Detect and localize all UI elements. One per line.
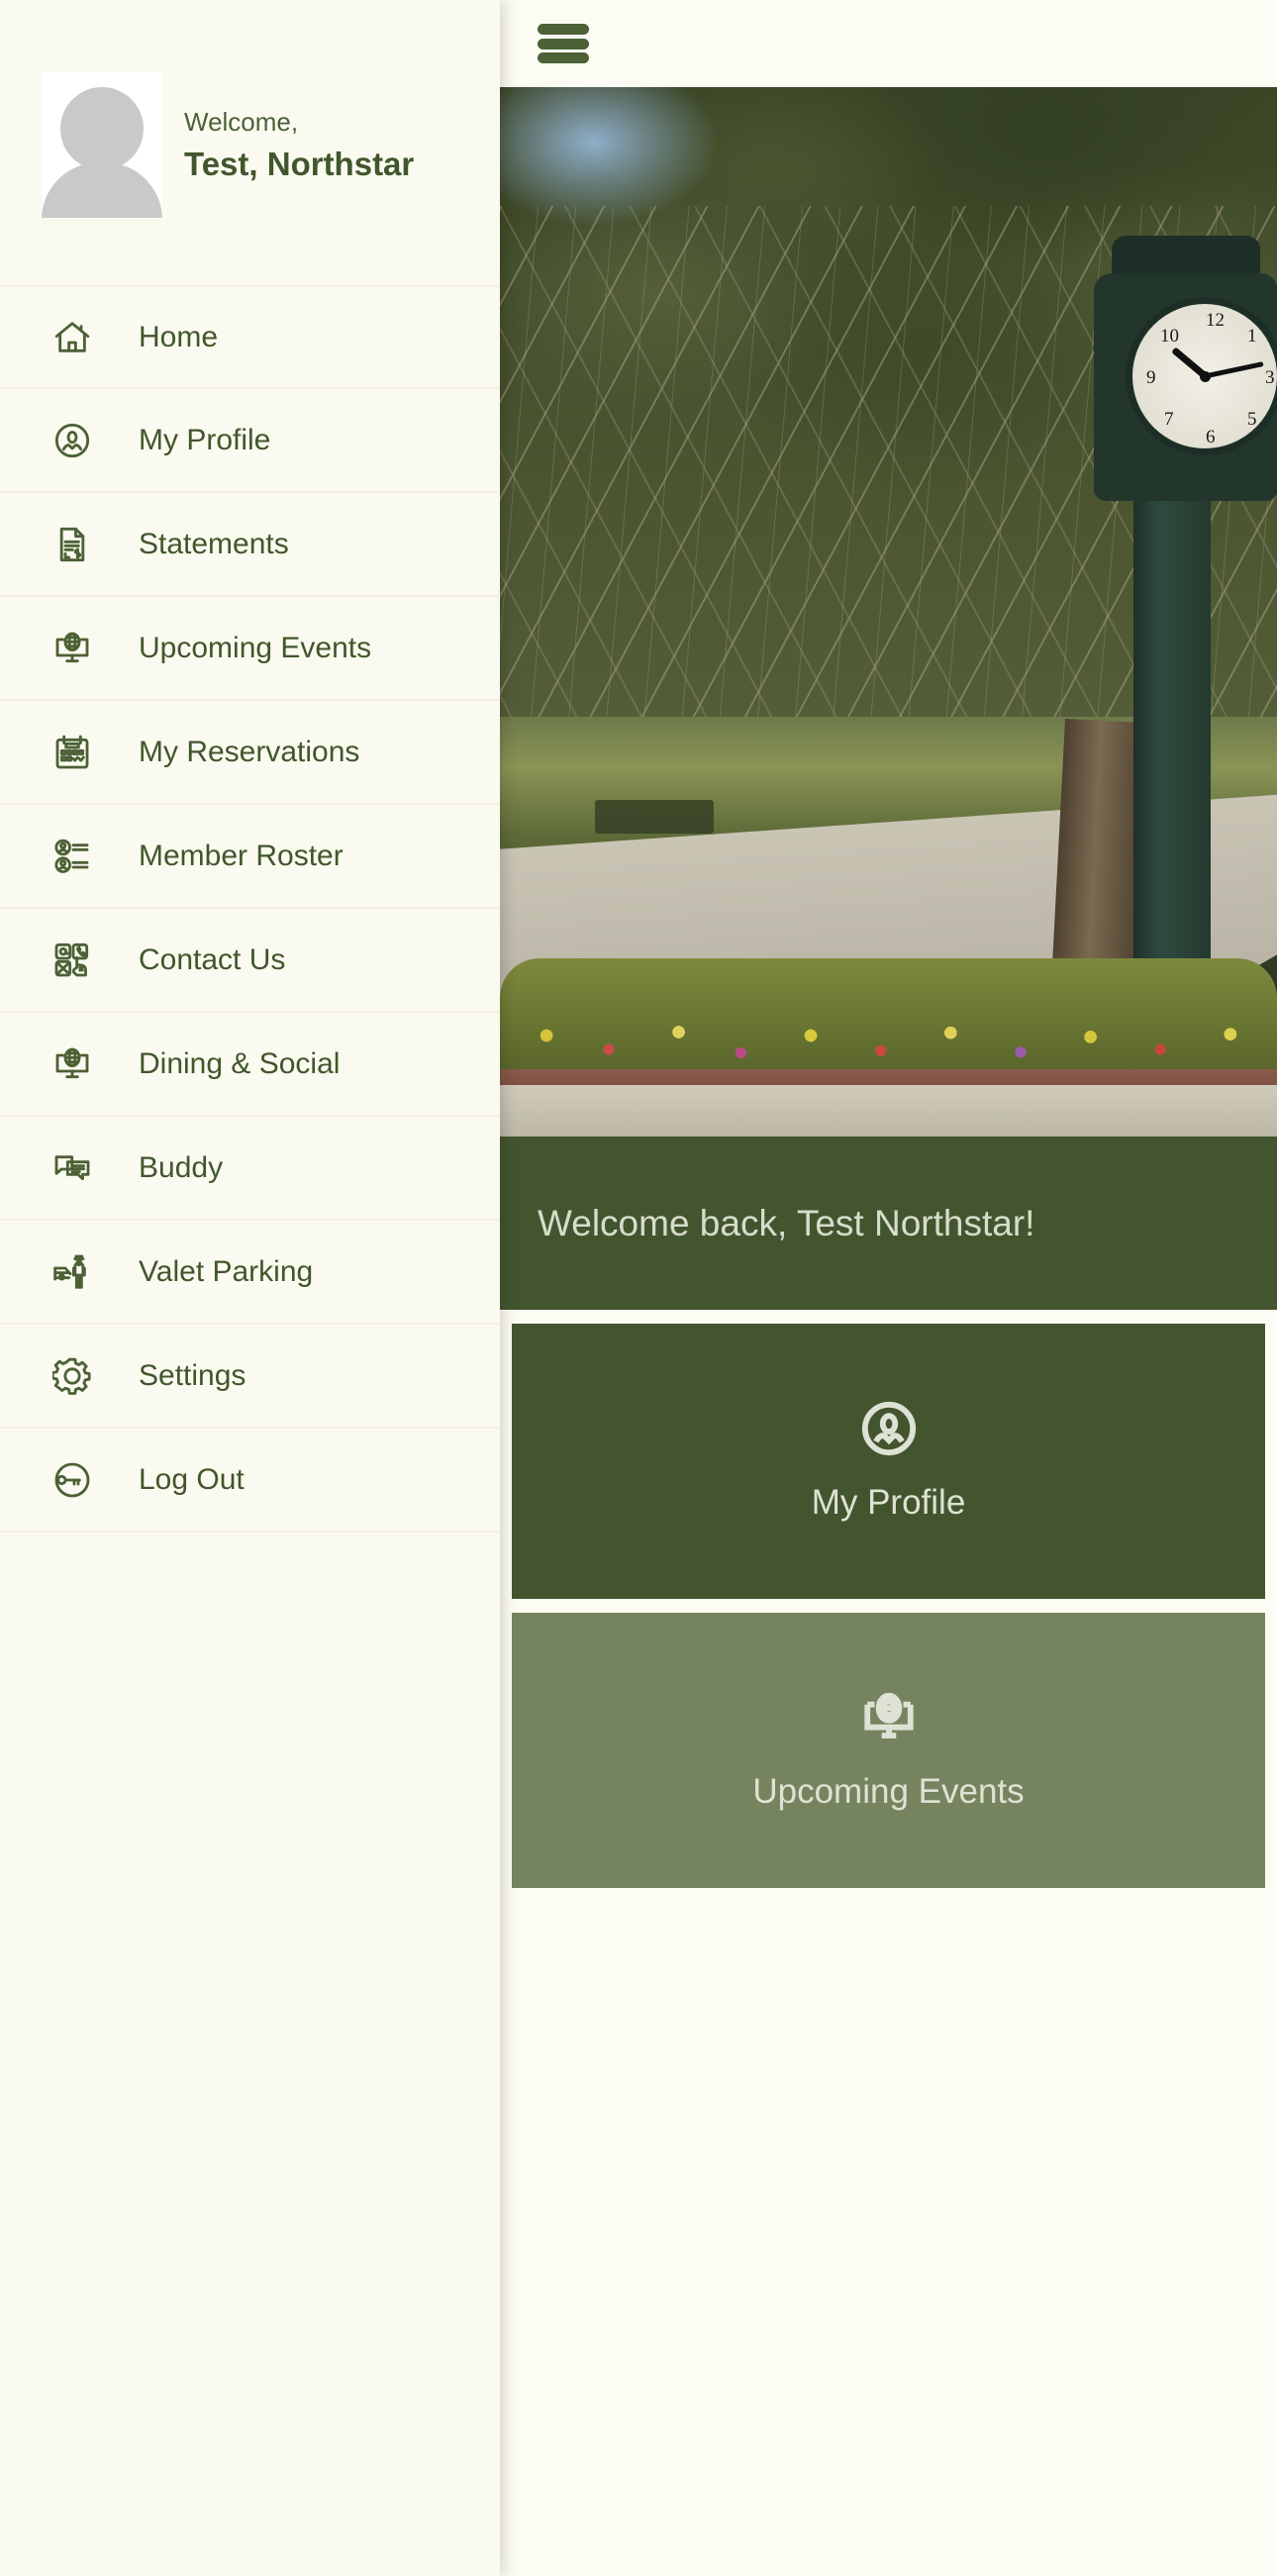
clock-face: 12 1 3 5 6 7 9 10 (1126, 297, 1277, 455)
menu-item-my-reservations[interactable]: My Reservations (0, 701, 500, 805)
menu-item-buddy[interactable]: Buddy (0, 1117, 500, 1221)
gear-icon (42, 1356, 103, 1396)
clock-minute-hand (1204, 361, 1264, 379)
home-icon (42, 318, 103, 357)
monitor-globe-icon (42, 629, 103, 668)
contact-tap-icon (42, 941, 103, 980)
hamburger-bar (538, 38, 589, 50)
monitor-globe-icon (863, 1692, 914, 1739)
avatar-body (42, 162, 162, 218)
avatar (42, 71, 162, 218)
menu-item-statements[interactable]: Statements (0, 493, 500, 597)
menu-item-valet-parking[interactable]: Valet Parking (0, 1221, 500, 1325)
menu-item-settings[interactable]: Settings (0, 1325, 500, 1429)
hero-bench (595, 800, 714, 834)
menu-item-label: Contact Us (139, 942, 286, 976)
hero-sidewalk (500, 1085, 1277, 1137)
menu-item-label: Valet Parking (139, 1254, 314, 1288)
clock-num-10: 10 (1160, 326, 1179, 347)
clock-num-1: 1 (1247, 326, 1257, 347)
hamburger-bar (538, 52, 589, 63)
valet-car-icon (42, 1252, 103, 1292)
user-circle-icon (861, 1401, 916, 1456)
menu-item-label: Member Roster (139, 839, 344, 872)
tile-label: My Profile (811, 1483, 966, 1522)
user-circle-icon (42, 421, 103, 460)
menu-item-label: Settings (139, 1358, 246, 1392)
tile-label: Upcoming Events (752, 1772, 1025, 1811)
hamburger-bar (538, 24, 589, 35)
chat-bubbles-icon (42, 1148, 103, 1188)
top-app-bar (500, 0, 1277, 87)
menu-item-contact-us[interactable]: Contact Us (0, 909, 500, 1013)
menu-item-label: My Reservations (139, 735, 360, 768)
tile-my-profile[interactable]: My Profile (512, 1324, 1265, 1599)
welcome-back-banner: Welcome back, Test Northstar! (500, 1137, 1277, 1310)
menu-item-label: My Profile (139, 423, 271, 456)
key-circle-icon (42, 1460, 103, 1500)
clock-num-5: 5 (1247, 409, 1257, 430)
menu-item-label: Log Out (139, 1462, 245, 1496)
menu-item-home[interactable]: Home (0, 285, 500, 389)
hero-image: 12 1 3 5 6 7 9 10 (500, 87, 1277, 1137)
drawer-profile-header: Welcome, Test, Northstar (0, 0, 500, 218)
welcome-back-text: Welcome back, Test Northstar! (538, 1202, 1035, 1243)
clock-num-6: 6 (1206, 427, 1216, 447)
hamburger-icon[interactable] (538, 24, 589, 63)
menu-item-my-profile[interactable]: My Profile (0, 389, 500, 493)
calendar-check-icon (42, 733, 103, 772)
menu-item-label: Home (139, 320, 219, 353)
menu-item-member-roster[interactable]: Member Roster (0, 805, 500, 909)
user-list-icon (42, 837, 103, 876)
tile-upcoming-events[interactable]: Upcoming Events (512, 1613, 1265, 1888)
menu-item-label: Buddy (139, 1150, 224, 1184)
document-dollar-icon (42, 525, 103, 564)
clock-pivot (1199, 370, 1211, 382)
menu-item-label: Dining & Social (139, 1046, 341, 1080)
greeting-line: Welcome, (184, 106, 299, 137)
menu-item-label: Upcoming Events (139, 631, 372, 664)
hero-flower-bed (500, 1008, 1277, 1077)
monitor-globe-icon (42, 1044, 103, 1084)
clock-num-3: 3 (1265, 367, 1275, 388)
app-main-screen: 12 1 3 5 6 7 9 10 Welcome back, Test Nor… (500, 0, 1277, 2576)
avatar-head (60, 87, 144, 170)
navigation-drawer: Welcome, Test, Northstar Home My Profile (0, 0, 500, 2576)
clock-num-7: 7 (1164, 409, 1174, 430)
user-name: Test, Northstar (184, 145, 415, 182)
clock-num-9: 9 (1146, 367, 1156, 388)
menu-item-log-out[interactable]: Log Out (0, 1429, 500, 1533)
menu-item-upcoming-events[interactable]: Upcoming Events (0, 597, 500, 701)
quick-action-tiles: My Profile Upcoming Events (500, 1310, 1277, 1888)
clock-num-12: 12 (1206, 310, 1225, 331)
drawer-menu-list: Home My Profile Statements Upcoming Even… (0, 285, 500, 1533)
menu-item-label: Statements (139, 527, 289, 560)
menu-item-dining-social[interactable]: Dining & Social (0, 1013, 500, 1117)
greeting-block: Welcome, Test, Northstar (184, 107, 414, 183)
